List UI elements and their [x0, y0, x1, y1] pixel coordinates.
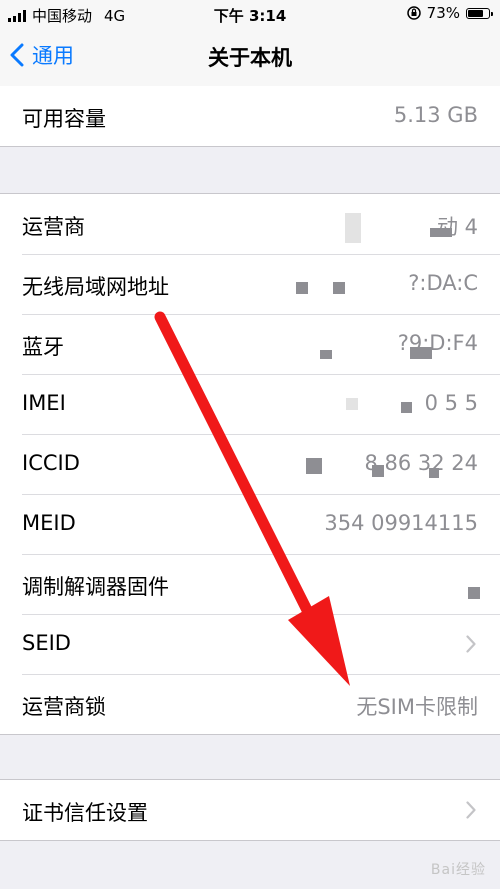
status-bar: 中国移动 4G 下午 3:14 73%: [0, 0, 500, 28]
certificate-group: 证书信任设置: [0, 779, 500, 841]
device-info-group: 运营商 动 4 无线局域网地址 ?:DA:C 蓝牙 ?9:D:F4 IMEI 0…: [0, 193, 500, 735]
row-label: SEID: [22, 631, 71, 655]
redaction-mark: [429, 468, 439, 478]
row-label: 证书信任设置: [22, 801, 148, 825]
row-label: 蓝牙: [22, 335, 64, 359]
redaction-mark: [333, 282, 345, 294]
battery-percent: 73%: [426, 4, 460, 22]
row-label: IMEI: [22, 391, 66, 415]
redaction-mark: [345, 213, 361, 243]
navigation-bar: 通用 关于本机: [0, 28, 500, 87]
seid-row[interactable]: SEID: [0, 614, 500, 674]
watermark: Bai经验: [430, 862, 486, 878]
wifi-address-row: 无线局域网地址 ?:DA:C: [0, 254, 500, 314]
chevron-right-icon: [466, 801, 476, 819]
redaction-mark: [401, 402, 412, 413]
redaction-mark: [372, 465, 384, 477]
redaction-mark: [320, 350, 332, 359]
row-value: 354 09914115: [324, 511, 478, 535]
redaction-mark: [430, 228, 452, 237]
redaction-mark: [296, 282, 308, 294]
redaction-mark: [468, 587, 480, 599]
row-label: MEID: [22, 511, 76, 535]
bluetooth-row: 蓝牙 ?9:D:F4: [0, 314, 500, 374]
battery-icon: [466, 7, 493, 19]
row-label: 运营商锁: [22, 695, 106, 719]
certificate-trust-row[interactable]: 证书信任设置: [0, 780, 500, 840]
imei-row: IMEI 0 5 5: [0, 374, 500, 434]
orientation-lock-icon: [406, 6, 421, 20]
row-label: ICCID: [22, 451, 80, 475]
redaction-mark: [306, 458, 322, 474]
storage-group: 可用容量 5.13 GB: [0, 86, 500, 147]
carrier-lock-row: 运营商锁 无SIM卡限制: [0, 674, 500, 734]
page-title: 关于本机: [208, 46, 292, 70]
iccid-row: ICCID 8 86 32 24: [0, 434, 500, 494]
storage-row: 可用容量 5.13 GB: [0, 86, 500, 146]
redaction-mark: [410, 347, 432, 359]
carrier-row: 运营商 动 4: [0, 194, 500, 254]
chevron-right-icon: [466, 635, 476, 653]
row-label: 无线局域网地址: [22, 275, 169, 299]
row-label: 运营商: [22, 215, 85, 239]
storage-label: 可用容量: [22, 107, 106, 131]
row-value: 0 5 5: [424, 391, 478, 415]
modem-firmware-row: 调制解调器固件: [0, 554, 500, 614]
redaction-mark: [346, 398, 358, 410]
row-value: 无SIM卡限制: [356, 695, 478, 719]
row-value: ?:DA:C: [408, 271, 478, 295]
meid-row: MEID 354 09914115: [0, 494, 500, 554]
status-right: 73%: [406, 4, 493, 22]
storage-value: 5.13 GB: [393, 103, 478, 127]
row-label: 调制解调器固件: [22, 575, 169, 599]
